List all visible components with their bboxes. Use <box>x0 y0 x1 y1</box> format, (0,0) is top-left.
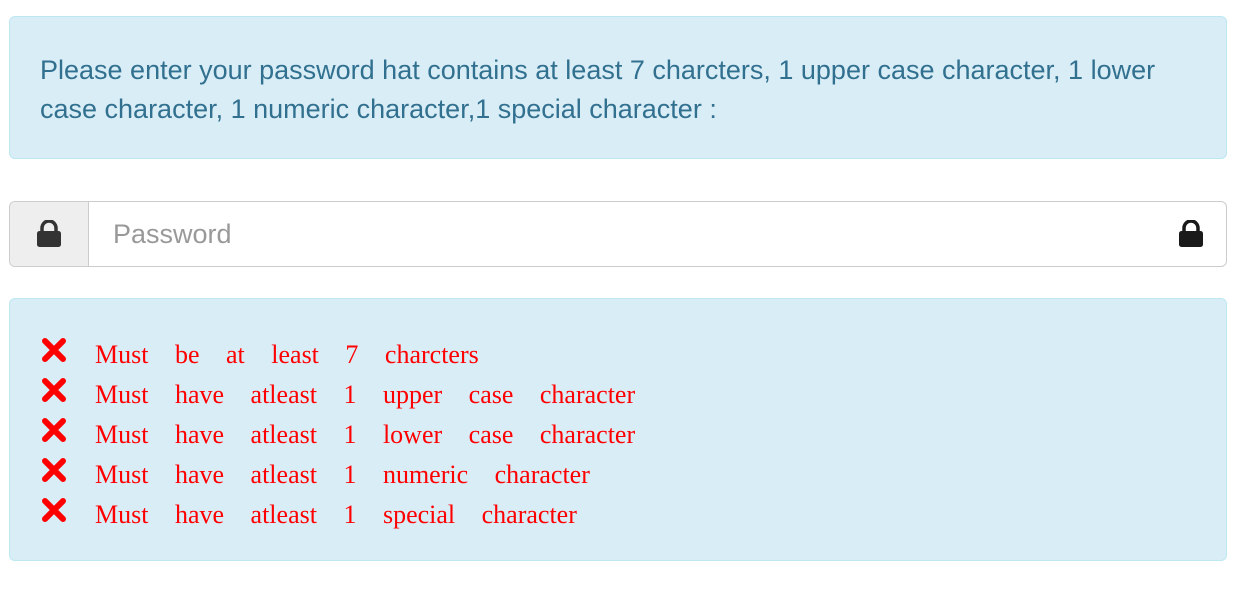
rule-special: Must have atleast 1 special character <box>40 495 1226 535</box>
password-input[interactable] <box>89 202 1156 266</box>
rule-uppercase: Must have atleast 1 upper case character <box>40 375 1226 415</box>
lock-icon <box>37 220 61 247</box>
rule-text: Must be at least 7 charcters <box>95 340 479 369</box>
password-toggle[interactable] <box>1156 202 1226 266</box>
password-requirements-alert: Please enter your password hat contains … <box>9 16 1227 159</box>
rule-text: Must have atleast 1 lower case character <box>95 420 636 449</box>
password-requirements-message: Please enter your password hat contains … <box>40 55 1156 124</box>
x-icon <box>42 338 66 362</box>
rule-text: Must have atleast 1 numeric character <box>95 460 590 489</box>
rule-numeric: Must have atleast 1 numeric character <box>40 455 1226 495</box>
password-addon <box>10 202 89 266</box>
password-input-group <box>9 201 1227 267</box>
password-rules-panel: Must be at least 7 charcters Must have a… <box>9 298 1227 561</box>
x-icon <box>42 458 66 482</box>
rule-text: Must have atleast 1 special character <box>95 500 577 529</box>
rule-min-length: Must be at least 7 charcters <box>40 335 1226 375</box>
x-icon <box>42 418 66 442</box>
lock-icon[interactable] <box>1178 220 1204 248</box>
x-icon <box>42 378 66 402</box>
x-icon <box>42 498 66 522</box>
rule-lowercase: Must have atleast 1 lower case character <box>40 415 1226 455</box>
password-rules-list: Must be at least 7 charcters Must have a… <box>40 335 1226 535</box>
rule-text: Must have atleast 1 upper case character <box>95 380 636 409</box>
